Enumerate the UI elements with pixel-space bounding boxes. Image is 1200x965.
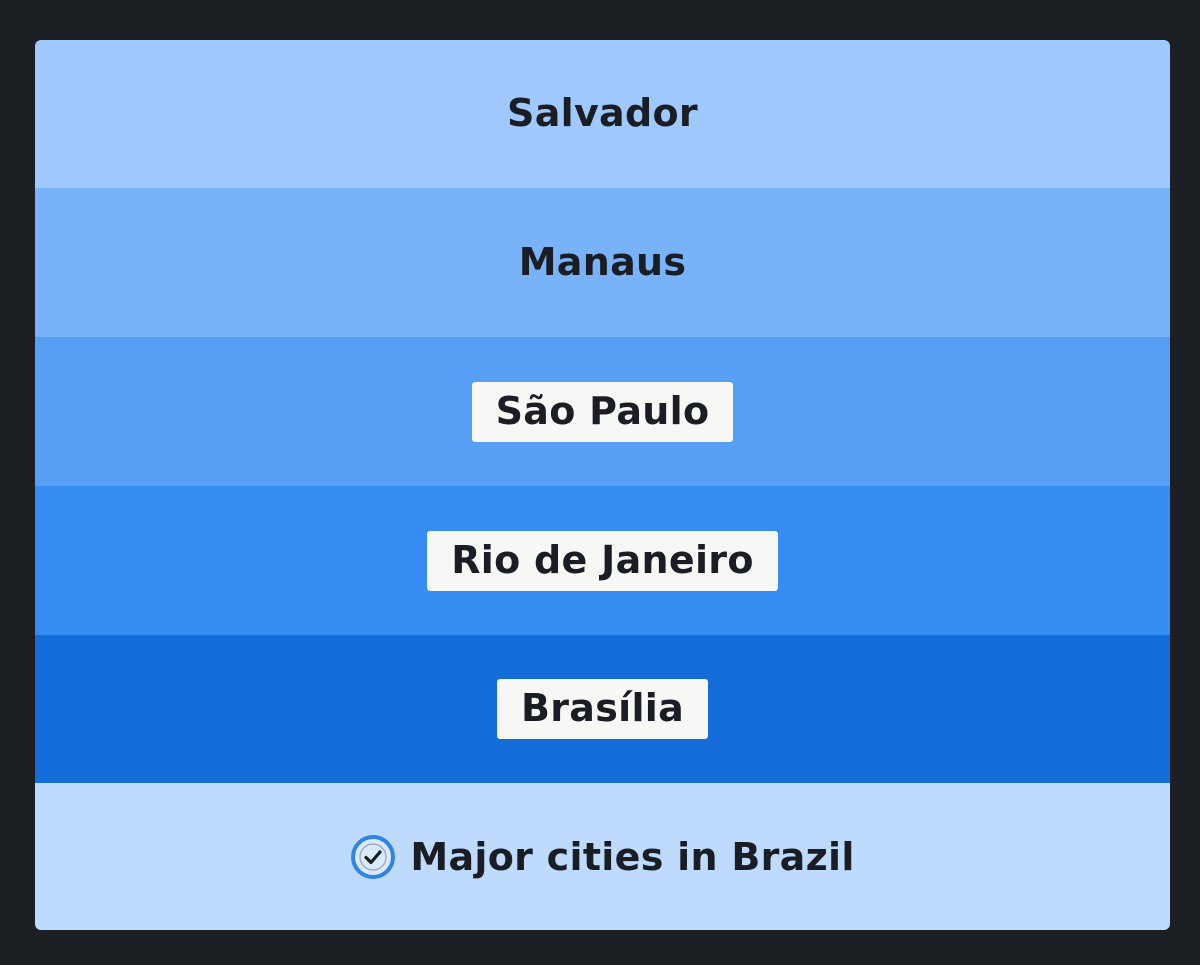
city-label: Salvador	[507, 91, 698, 135]
city-label-badge: São Paulo	[471, 381, 734, 442]
city-label-badge: Rio de Janeiro	[427, 530, 778, 591]
city-row-manaus: Manaus	[35, 188, 1170, 337]
footer-caption: Major cities in Brazil	[410, 834, 855, 879]
city-list-card: Salvador Manaus São Paulo Rio de Janeiro…	[35, 40, 1170, 930]
city-row-salvador: Salvador	[35, 40, 1170, 188]
check-circle-icon	[350, 834, 396, 880]
city-row-rio-de-janeiro: Rio de Janeiro	[35, 486, 1170, 635]
city-label-badge: Brasília	[496, 679, 709, 739]
city-row-brasilia: Brasília	[35, 635, 1170, 783]
city-label: Manaus	[518, 239, 687, 284]
city-row-sao-paulo: São Paulo	[35, 337, 1170, 486]
list-footer: Major cities in Brazil	[35, 783, 1170, 930]
